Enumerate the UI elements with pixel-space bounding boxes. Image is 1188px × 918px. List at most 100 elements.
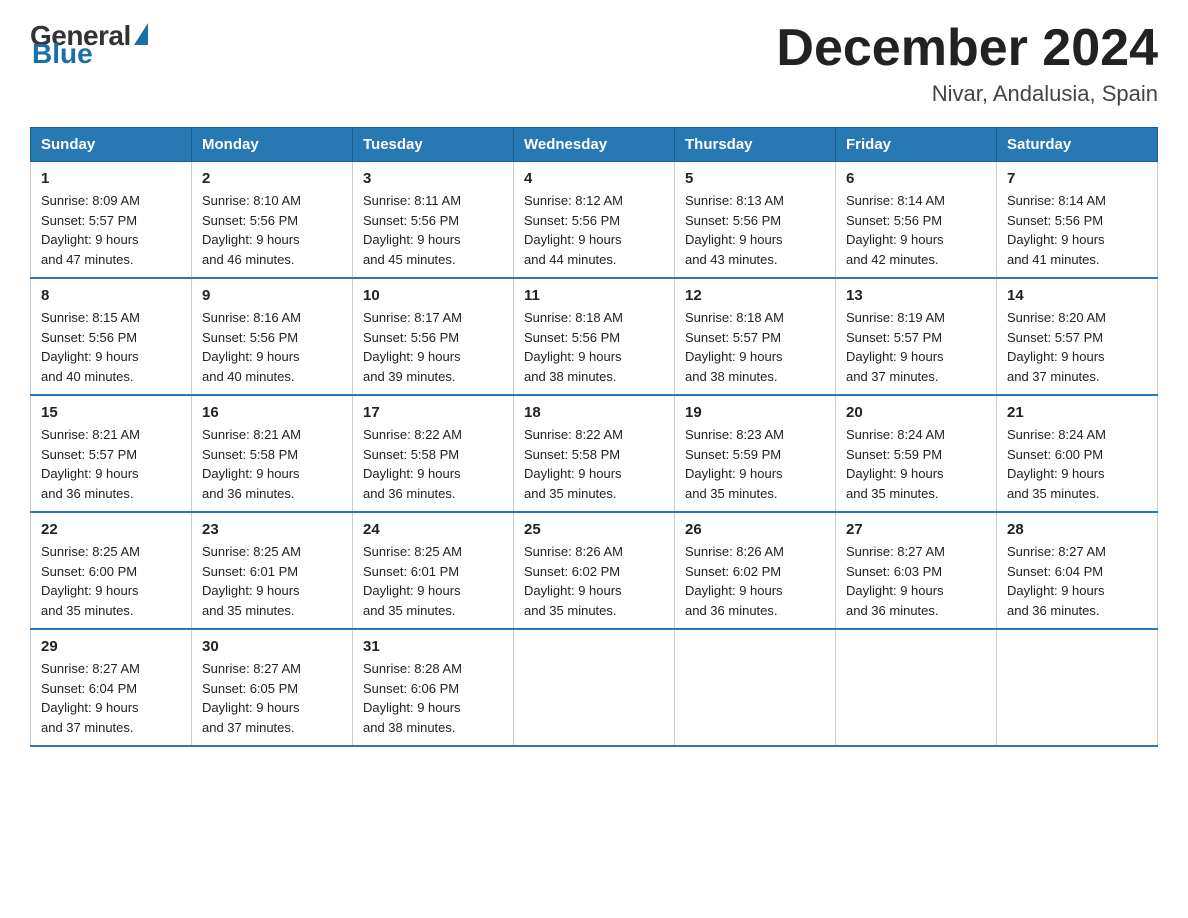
calendar-week-row: 8 Sunrise: 8:15 AM Sunset: 5:56 PM Dayli… (31, 278, 1158, 395)
calendar-cell: 25 Sunrise: 8:26 AM Sunset: 6:02 PM Dayl… (514, 512, 675, 629)
day-number: 18 (524, 404, 664, 421)
header-tuesday: Tuesday (353, 128, 514, 162)
day-number: 21 (1007, 404, 1147, 421)
calendar-cell: 26 Sunrise: 8:26 AM Sunset: 6:02 PM Dayl… (675, 512, 836, 629)
calendar-cell: 15 Sunrise: 8:21 AM Sunset: 5:57 PM Dayl… (31, 395, 192, 512)
calendar-cell: 12 Sunrise: 8:18 AM Sunset: 5:57 PM Dayl… (675, 278, 836, 395)
day-number: 12 (685, 287, 825, 304)
calendar-cell: 14 Sunrise: 8:20 AM Sunset: 5:57 PM Dayl… (997, 278, 1158, 395)
calendar-cell: 27 Sunrise: 8:27 AM Sunset: 6:03 PM Dayl… (836, 512, 997, 629)
day-info: Sunrise: 8:25 AM Sunset: 6:01 PM Dayligh… (363, 542, 503, 620)
day-number: 6 (846, 170, 986, 187)
calendar-cell: 18 Sunrise: 8:22 AM Sunset: 5:58 PM Dayl… (514, 395, 675, 512)
day-info: Sunrise: 8:13 AM Sunset: 5:56 PM Dayligh… (685, 191, 825, 269)
day-number: 24 (363, 521, 503, 538)
day-info: Sunrise: 8:21 AM Sunset: 5:57 PM Dayligh… (41, 425, 181, 503)
day-info: Sunrise: 8:25 AM Sunset: 6:01 PM Dayligh… (202, 542, 342, 620)
header-row: Sunday Monday Tuesday Wednesday Thursday… (31, 128, 1158, 162)
calendar-cell: 8 Sunrise: 8:15 AM Sunset: 5:56 PM Dayli… (31, 278, 192, 395)
calendar-cell (514, 629, 675, 746)
calendar-cell: 13 Sunrise: 8:19 AM Sunset: 5:57 PM Dayl… (836, 278, 997, 395)
day-number: 15 (41, 404, 181, 421)
day-info: Sunrise: 8:28 AM Sunset: 6:06 PM Dayligh… (363, 659, 503, 737)
day-number: 14 (1007, 287, 1147, 304)
day-number: 7 (1007, 170, 1147, 187)
day-info: Sunrise: 8:09 AM Sunset: 5:57 PM Dayligh… (41, 191, 181, 269)
calendar-cell: 20 Sunrise: 8:24 AM Sunset: 5:59 PM Dayl… (836, 395, 997, 512)
day-number: 8 (41, 287, 181, 304)
calendar-week-row: 15 Sunrise: 8:21 AM Sunset: 5:57 PM Dayl… (31, 395, 1158, 512)
day-info: Sunrise: 8:17 AM Sunset: 5:56 PM Dayligh… (363, 308, 503, 386)
day-number: 3 (363, 170, 503, 187)
header-saturday: Saturday (997, 128, 1158, 162)
calendar-week-row: 1 Sunrise: 8:09 AM Sunset: 5:57 PM Dayli… (31, 162, 1158, 279)
day-number: 13 (846, 287, 986, 304)
calendar-cell: 9 Sunrise: 8:16 AM Sunset: 5:56 PM Dayli… (192, 278, 353, 395)
calendar-cell (675, 629, 836, 746)
calendar-cell: 24 Sunrise: 8:25 AM Sunset: 6:01 PM Dayl… (353, 512, 514, 629)
day-info: Sunrise: 8:20 AM Sunset: 5:57 PM Dayligh… (1007, 308, 1147, 386)
header-thursday: Thursday (675, 128, 836, 162)
logo: General Blue (30, 20, 148, 70)
day-number: 27 (846, 521, 986, 538)
calendar-cell: 5 Sunrise: 8:13 AM Sunset: 5:56 PM Dayli… (675, 162, 836, 279)
day-number: 28 (1007, 521, 1147, 538)
calendar-cell: 21 Sunrise: 8:24 AM Sunset: 6:00 PM Dayl… (997, 395, 1158, 512)
day-number: 1 (41, 170, 181, 187)
day-info: Sunrise: 8:18 AM Sunset: 5:57 PM Dayligh… (685, 308, 825, 386)
calendar-cell: 19 Sunrise: 8:23 AM Sunset: 5:59 PM Dayl… (675, 395, 836, 512)
day-number: 10 (363, 287, 503, 304)
calendar-cell: 31 Sunrise: 8:28 AM Sunset: 6:06 PM Dayl… (353, 629, 514, 746)
month-title: December 2024 (776, 20, 1158, 77)
calendar-cell: 28 Sunrise: 8:27 AM Sunset: 6:04 PM Dayl… (997, 512, 1158, 629)
day-info: Sunrise: 8:24 AM Sunset: 6:00 PM Dayligh… (1007, 425, 1147, 503)
calendar-week-row: 22 Sunrise: 8:25 AM Sunset: 6:00 PM Dayl… (31, 512, 1158, 629)
day-info: Sunrise: 8:19 AM Sunset: 5:57 PM Dayligh… (846, 308, 986, 386)
calendar-cell: 10 Sunrise: 8:17 AM Sunset: 5:56 PM Dayl… (353, 278, 514, 395)
day-info: Sunrise: 8:22 AM Sunset: 5:58 PM Dayligh… (524, 425, 664, 503)
day-info: Sunrise: 8:14 AM Sunset: 5:56 PM Dayligh… (846, 191, 986, 269)
day-number: 22 (41, 521, 181, 538)
page-header: General Blue December 2024 Nivar, Andalu… (30, 20, 1158, 107)
day-number: 9 (202, 287, 342, 304)
calendar-cell: 4 Sunrise: 8:12 AM Sunset: 5:56 PM Dayli… (514, 162, 675, 279)
day-info: Sunrise: 8:16 AM Sunset: 5:56 PM Dayligh… (202, 308, 342, 386)
day-info: Sunrise: 8:27 AM Sunset: 6:03 PM Dayligh… (846, 542, 986, 620)
calendar-body: 1 Sunrise: 8:09 AM Sunset: 5:57 PM Dayli… (31, 162, 1158, 747)
day-info: Sunrise: 8:15 AM Sunset: 5:56 PM Dayligh… (41, 308, 181, 386)
day-info: Sunrise: 8:27 AM Sunset: 6:05 PM Dayligh… (202, 659, 342, 737)
header-wednesday: Wednesday (514, 128, 675, 162)
day-info: Sunrise: 8:21 AM Sunset: 5:58 PM Dayligh… (202, 425, 342, 503)
day-info: Sunrise: 8:10 AM Sunset: 5:56 PM Dayligh… (202, 191, 342, 269)
day-info: Sunrise: 8:24 AM Sunset: 5:59 PM Dayligh… (846, 425, 986, 503)
calendar-header: Sunday Monday Tuesday Wednesday Thursday… (31, 128, 1158, 162)
day-number: 4 (524, 170, 664, 187)
title-block: December 2024 Nivar, Andalusia, Spain (776, 20, 1158, 107)
day-number: 17 (363, 404, 503, 421)
calendar-table: Sunday Monday Tuesday Wednesday Thursday… (30, 127, 1158, 747)
calendar-cell: 2 Sunrise: 8:10 AM Sunset: 5:56 PM Dayli… (192, 162, 353, 279)
day-info: Sunrise: 8:27 AM Sunset: 6:04 PM Dayligh… (41, 659, 181, 737)
calendar-cell: 17 Sunrise: 8:22 AM Sunset: 5:58 PM Dayl… (353, 395, 514, 512)
day-number: 20 (846, 404, 986, 421)
day-number: 5 (685, 170, 825, 187)
day-number: 30 (202, 638, 342, 655)
calendar-cell: 16 Sunrise: 8:21 AM Sunset: 5:58 PM Dayl… (192, 395, 353, 512)
calendar-cell: 22 Sunrise: 8:25 AM Sunset: 6:00 PM Dayl… (31, 512, 192, 629)
calendar-cell: 7 Sunrise: 8:14 AM Sunset: 5:56 PM Dayli… (997, 162, 1158, 279)
location-text: Nivar, Andalusia, Spain (776, 81, 1158, 107)
day-number: 26 (685, 521, 825, 538)
header-sunday: Sunday (31, 128, 192, 162)
day-info: Sunrise: 8:26 AM Sunset: 6:02 PM Dayligh… (685, 542, 825, 620)
day-number: 29 (41, 638, 181, 655)
day-info: Sunrise: 8:14 AM Sunset: 5:56 PM Dayligh… (1007, 191, 1147, 269)
calendar-cell: 30 Sunrise: 8:27 AM Sunset: 6:05 PM Dayl… (192, 629, 353, 746)
calendar-cell (997, 629, 1158, 746)
day-number: 16 (202, 404, 342, 421)
header-friday: Friday (836, 128, 997, 162)
day-info: Sunrise: 8:18 AM Sunset: 5:56 PM Dayligh… (524, 308, 664, 386)
day-info: Sunrise: 8:11 AM Sunset: 5:56 PM Dayligh… (363, 191, 503, 269)
logo-triangle-icon (134, 23, 148, 45)
calendar-cell: 1 Sunrise: 8:09 AM Sunset: 5:57 PM Dayli… (31, 162, 192, 279)
calendar-cell: 6 Sunrise: 8:14 AM Sunset: 5:56 PM Dayli… (836, 162, 997, 279)
